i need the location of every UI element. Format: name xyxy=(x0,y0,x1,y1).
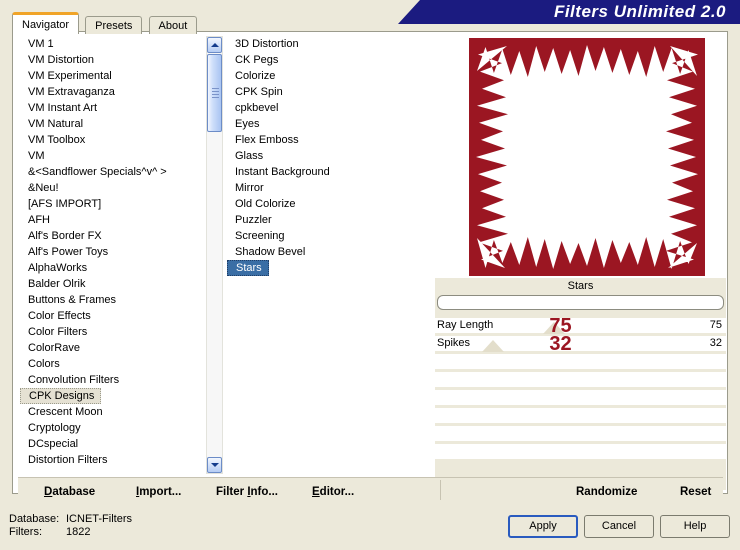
editor-button[interactable]: Editor... xyxy=(312,483,354,501)
filter-info-button[interactable]: Filter Info... xyxy=(216,483,278,501)
parameter-row[interactable] xyxy=(435,444,726,462)
randomize-button[interactable]: Randomize xyxy=(576,483,637,501)
list-item[interactable]: Colorize xyxy=(225,68,417,84)
list-item[interactable]: CPK Spin xyxy=(225,84,417,100)
list-item[interactable]: Color Filters xyxy=(18,324,204,340)
list-item[interactable]: VM Instant Art xyxy=(18,100,204,116)
list-item[interactable]: DCspecial xyxy=(18,436,204,452)
filter-preview-image xyxy=(469,38,705,276)
list-item[interactable]: cpkbevel xyxy=(225,100,417,116)
list-item[interactable]: Glass xyxy=(225,148,417,164)
tab-strip: Navigator Presets About xyxy=(12,12,200,34)
list-item[interactable]: AFH xyxy=(18,212,204,228)
preset-name-input[interactable] xyxy=(437,295,724,310)
filter-group-list[interactable]: VM 1 VM Distortion VM Experimental VM Extra… xyxy=(18,36,204,474)
group-list-scrollbar[interactable] xyxy=(206,36,223,474)
parameter-row[interactable] xyxy=(435,354,726,372)
reset-button[interactable]: Reset xyxy=(680,483,711,501)
list-item[interactable]: CK Pegs xyxy=(225,52,417,68)
parameter-label: Ray Length xyxy=(437,319,494,331)
list-item[interactable]: Cryptology xyxy=(18,420,204,436)
tab-about[interactable]: About xyxy=(148,16,198,34)
preview-area xyxy=(435,36,726,277)
parameter-rows: Ray Length 75 75 Spikes 32 32 xyxy=(435,315,726,462)
list-item[interactable]: &<Sandflower Specials^v^ > xyxy=(18,164,204,180)
list-item[interactable]: Shadow Bevel xyxy=(225,244,417,260)
list-item[interactable]: Distortion Filters xyxy=(18,452,204,468)
list-item[interactable]: VM Distortion xyxy=(18,52,204,68)
list-item[interactable]: Mirror xyxy=(225,180,417,196)
filter-name-list[interactable]: 3D Distortion CK Pegs Colorize CPK Spin cpkb… xyxy=(225,36,417,474)
parameter-value: 32 xyxy=(709,337,722,349)
tab-navigator[interactable]: Navigator xyxy=(12,12,80,34)
preview-star-frame xyxy=(469,38,705,276)
preview-and-parameters: Stars Ray Length 75 75 Spikes 32 32 xyxy=(423,34,726,492)
parameter-row[interactable] xyxy=(435,426,726,444)
slider-thumb-icon[interactable] xyxy=(542,322,565,334)
slider-thumb-icon[interactable] xyxy=(481,340,504,352)
list-item[interactable]: Crescent Moon xyxy=(18,404,204,420)
list-item[interactable]: [AFS IMPORT] xyxy=(18,196,204,212)
parameter-panel: Stars Ray Length 75 75 Spikes 32 32 xyxy=(435,278,726,490)
list-item[interactable]: Balder Olrik xyxy=(18,276,204,292)
list-item[interactable]: Colors xyxy=(18,356,204,372)
apply-button[interactable]: Apply xyxy=(508,515,578,538)
scrollbar-thumb[interactable] xyxy=(207,54,222,132)
preset-input-wrap xyxy=(435,295,726,310)
list-item[interactable]: Screening xyxy=(225,228,417,244)
list-item[interactable]: ColorRave xyxy=(18,340,204,356)
list-item[interactable]: VM Extravaganza xyxy=(18,84,204,100)
list-item[interactable]: VM Natural xyxy=(18,116,204,132)
list-item[interactable]: &Neu! xyxy=(18,180,204,196)
list-item[interactable]: Color Effects xyxy=(18,308,204,324)
database-button[interactable]: Database xyxy=(44,483,95,501)
list-item[interactable]: Alf's Power Toys xyxy=(18,244,204,260)
list-item[interactable]: Eyes xyxy=(225,116,417,132)
list-item[interactable]: Puzzler xyxy=(225,212,417,228)
list-item[interactable]: Buttons & Frames xyxy=(18,292,204,308)
filters-unlimited-window: Filters Unlimited 2.0 Navigator Presets … xyxy=(0,0,740,550)
chevron-down-icon[interactable] xyxy=(207,457,222,473)
main-panel: VM 1 VM Distortion VM Experimental VM Extra… xyxy=(12,31,728,506)
list-item[interactable]: Old Colorize xyxy=(225,196,417,212)
app-title: Filters Unlimited 2.0 xyxy=(553,2,726,21)
star-frame-graphic xyxy=(469,38,705,276)
status-filters-value: 1822 xyxy=(66,526,91,538)
parameter-row[interactable] xyxy=(435,408,726,426)
parameter-panel-title: Stars xyxy=(435,278,726,295)
list-item[interactable]: Flex Emboss xyxy=(225,132,417,148)
status-database-label: Database: xyxy=(9,513,60,525)
list-item[interactable]: CPK Designs xyxy=(18,388,204,404)
list-item[interactable]: Convolution Filters xyxy=(18,372,204,388)
parameter-value: 75 xyxy=(709,319,722,331)
list-item[interactable]: Stars xyxy=(225,260,417,276)
parameter-row[interactable] xyxy=(435,372,726,390)
tab-presets[interactable]: Presets xyxy=(85,16,143,34)
list-item[interactable]: VM 1 xyxy=(18,36,204,52)
list-item[interactable]: Alf's Border FX xyxy=(18,228,204,244)
cancel-button[interactable]: Cancel xyxy=(584,515,654,538)
list-item[interactable]: 3D Distortion xyxy=(225,36,417,52)
status-filters-label: Filters: xyxy=(9,526,42,538)
scrollbar-grip-icon xyxy=(212,88,219,98)
import-button[interactable]: Import... xyxy=(136,483,181,501)
list-item[interactable]: VM xyxy=(18,148,204,164)
chevron-up-icon[interactable] xyxy=(207,37,222,53)
status-database-value: ICNET-Filters xyxy=(66,513,132,525)
help-button[interactable]: Help xyxy=(660,515,730,538)
parameter-label: Spikes xyxy=(437,337,471,349)
parameter-row[interactable]: Spikes 32 32 xyxy=(435,333,726,355)
list-item[interactable]: VM Experimental xyxy=(18,68,204,84)
parameter-row[interactable]: Ray Length 75 75 xyxy=(435,315,726,337)
parameter-big-value: 32 xyxy=(549,333,572,355)
list-item-label: Stars xyxy=(227,260,269,276)
list-item-label: CPK Designs xyxy=(20,388,102,404)
list-item[interactable]: AlphaWorks xyxy=(18,260,204,276)
list-item[interactable]: VM Toolbox xyxy=(18,132,204,148)
parameter-row[interactable] xyxy=(435,390,726,408)
list-item[interactable]: Instant Background xyxy=(225,164,417,180)
